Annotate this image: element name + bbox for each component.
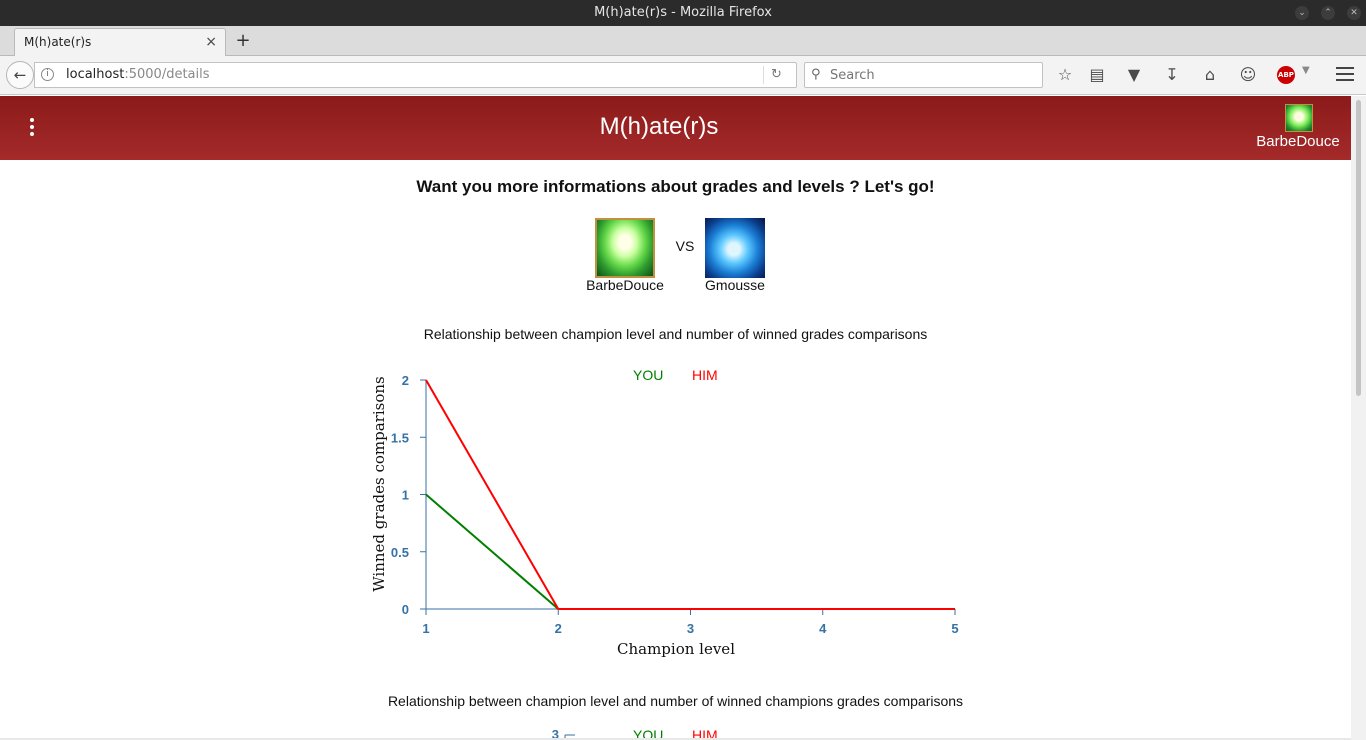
player-you-name: BarbeDouce [586,277,664,293]
chart2-title: Relationship between champion level and … [387,693,964,709]
home-icon[interactable]: ⌂ [1199,65,1221,85]
chart1-series-him [425,379,955,610]
app-title: M(h)ate(r)s [599,113,719,140]
reading-list-icon[interactable]: ▤ [1086,65,1108,85]
user-name[interactable]: BarbeDouce [1248,133,1348,150]
chart1-x-tick-label: 3 [687,621,694,636]
chart1-series [425,379,955,610]
new-tab-button[interactable]: + [234,30,252,51]
site-info-icon[interactable]: i [41,68,54,81]
url-bar[interactable]: i localhost:5000/details ↻ [34,62,797,88]
chart1-y-tick-label: 0.5 [391,545,409,560]
chart1-y-tick-label: 0 [402,602,409,617]
chart1-xlabel: Champion level [617,640,735,658]
player-him-name: Gmousse [705,277,765,293]
minimize-icon[interactable]: ⌄ [1295,6,1309,20]
chart1-legend-you: YOU [633,367,663,383]
window-titlebar: M(h)ate(r)s - Mozilla Firefox ⌄ ⌃ ✕ [0,0,1366,26]
chat-icon[interactable]: ☺ [1237,65,1259,85]
chart1-title: Relationship between champion level and … [423,326,928,342]
scrollbar-thumb[interactable] [1356,100,1361,396]
versus-label: VS [675,238,695,254]
search-bar[interactable]: ⚲ [804,62,1043,88]
chart1-x-tick-label: 2 [555,621,562,636]
chart1-series-you [425,493,955,610]
menu-icon[interactable] [1334,63,1356,85]
tab-active[interactable]: M(h)ate(r)s × [14,28,226,56]
player-you-avatar [595,218,655,278]
star-icon[interactable]: ☆ [1054,65,1076,85]
chart1-y-tick-label: 2 [402,373,409,388]
tab-close-icon[interactable]: × [205,29,217,55]
window-title: M(h)ate(r)s - Mozilla Firefox [594,5,772,20]
chart1-y-tick-label: 1 [402,488,409,503]
pocket-icon[interactable]: ▼ [1123,65,1145,85]
grades-line-chart: 0 0.5 1 1.5 2 1 2 3 4 5 YOU HIM Champion level Win… [370,367,959,658]
reload-icon[interactable]: ↻ [771,63,782,87]
chart1-x-tick-label: 4 [819,621,827,636]
search-icon: ⚲ [811,67,821,82]
chart1-x-tick-label: 5 [951,621,958,636]
app-header: M(h)ate(r)s BarbeDouce [0,96,1351,160]
adblock-plus-icon[interactable]: ABP [1277,66,1295,84]
player-him-avatar [705,218,765,278]
chart1-legend-him: HIM [692,367,718,383]
url-text: localhost:5000/details [66,63,210,87]
chart1-legend: YOU HIM [633,367,718,383]
back-button[interactable]: ← [6,61,34,89]
url-host: localhost [66,67,125,82]
close-window-icon[interactable]: ✕ [1347,6,1361,20]
page-content: Want you more informations about grades … [0,160,1351,740]
url-path: :5000/details [124,67,210,82]
chevron-down-icon[interactable]: ▼ [1302,65,1310,76]
page-scrollbar[interactable] [1351,96,1366,740]
tab-strip: M(h)ate(r)s × + [0,26,1366,56]
chart1-ylabel: Winned grades comparisons [370,376,388,591]
page-headline: Want you more informations about grades … [416,177,935,196]
download-icon[interactable]: ↧ [1161,65,1183,85]
chart1-axes: 0 0.5 1 1.5 2 1 2 3 4 5 [391,373,959,636]
nav-bar: ← i localhost:5000/details ↻ ⚲ ☆ ▤ ▼ ↧ ⌂… [0,56,1366,95]
user-avatar[interactable] [1285,104,1313,132]
chart1-x-tick-label: 1 [422,621,429,636]
url-separator [763,66,764,84]
search-input[interactable] [830,65,1030,85]
maximize-icon[interactable]: ⌃ [1321,6,1335,20]
chart1-y-tick-label: 1.5 [391,430,409,445]
tab-label: M(h)ate(r)s [24,35,92,49]
